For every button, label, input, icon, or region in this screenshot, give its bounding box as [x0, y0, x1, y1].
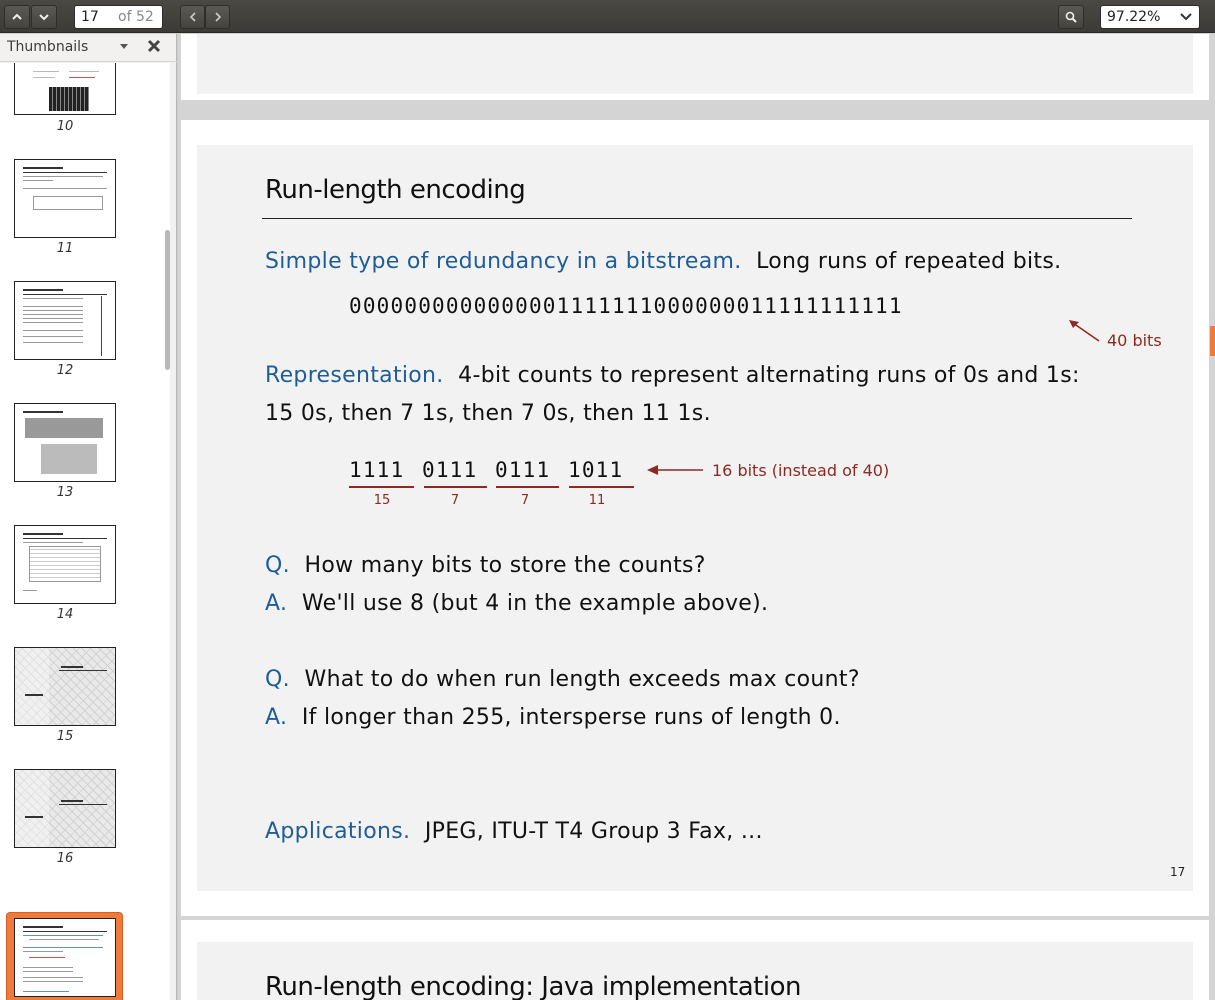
next-page-button[interactable]: [31, 5, 57, 29]
sidebar-header: Thumbnails: [0, 34, 177, 62]
arrow-left-icon: [647, 465, 703, 475]
current-page: Run-length encoding Simple type of redun…: [181, 120, 1209, 916]
sidebar: Thumbnails 10 11 12 13 14 15 16: [0, 34, 177, 1000]
representation-line: Representation. 4-bit counts to represen…: [265, 363, 1080, 388]
encoded-bit-count-note: 16 bits (instead of 40): [712, 461, 890, 480]
group-count: 11: [588, 493, 606, 508]
representation-line-2: 15 0s, then 7 1s, then 7 0s, then 11 1s.: [265, 401, 711, 426]
q-text: What to do when run length exceeds max c…: [304, 667, 860, 692]
a-label: A.: [265, 705, 288, 730]
current-page-input[interactable]: 17: [81, 9, 99, 25]
slide-title: Run-length encoding: [265, 175, 526, 205]
encoded-group: 1111: [349, 458, 405, 482]
slide: Run-length encoding Simple type of redun…: [197, 145, 1193, 891]
q-label: Q.: [265, 667, 290, 692]
thumbnail-label: 11: [56, 241, 74, 256]
arrow-icon: [1069, 320, 1100, 342]
applications-text: JPEG, ITU-T T4 Group 3 Fax, ...: [424, 819, 763, 844]
redundancy-line: Simple type of redundancy in a bitstream…: [265, 249, 1061, 274]
group-count: 15: [373, 493, 391, 508]
thumbnail-page-16[interactable]: [14, 769, 116, 848]
a-text: We'll use 8 (but 4 in the example above)…: [301, 591, 769, 616]
thumbnail-page-11[interactable]: [14, 159, 116, 238]
answer-1: A. We'll use 8 (but 4 in the example abo…: [265, 591, 768, 616]
thumbnail-page-12[interactable]: [14, 281, 116, 360]
a-label: A.: [265, 591, 288, 616]
thumbnail-page-13[interactable]: [14, 403, 116, 482]
history-forward-button[interactable]: [205, 5, 230, 29]
thumbnail-page-14[interactable]: [14, 525, 116, 604]
group-count: 7: [520, 493, 530, 508]
page-number-field[interactable]: 17 of 52: [74, 5, 163, 29]
bitstream: 0000000000000001111111000000011111111111: [349, 294, 903, 318]
question-2: Q. What to do when run length exceeds ma…: [265, 667, 860, 692]
close-icon[interactable]: [147, 39, 161, 53]
scroll-position-marker[interactable]: [1210, 326, 1215, 356]
slide-page-number: 17: [1170, 865, 1186, 879]
previous-slide-background: [197, 34, 1193, 94]
previous-page: [181, 34, 1209, 100]
redundancy-lead: Simple type of redundancy in a bitstream…: [265, 249, 742, 274]
search-icon: [1065, 11, 1077, 23]
thumbnail-list: 10 11 12 13 14 15 16: [0, 63, 170, 1000]
group-underline: [349, 486, 414, 488]
group-underline: [424, 486, 487, 488]
q-label: Q.: [265, 553, 290, 578]
encoded-group: 0111: [422, 458, 478, 482]
thumbnail-label: 13: [56, 485, 74, 500]
thumbnail-label: 15: [56, 729, 74, 744]
question-1: Q. How many bits to store the counts?: [265, 553, 706, 578]
representation-lead: Representation.: [265, 363, 444, 388]
chevron-right-icon: [214, 12, 221, 22]
group-count: 7: [450, 493, 460, 508]
thumbnail-page-15[interactable]: [14, 647, 116, 726]
thumbnail-label: 16: [56, 851, 74, 866]
caret-down-icon[interactable]: [120, 44, 128, 50]
encoded-group: 1011: [568, 458, 624, 482]
history-back-button[interactable]: [180, 5, 205, 29]
representation-rest: 4-bit counts to represent alternating ru…: [458, 363, 1080, 388]
chevron-left-icon: [189, 12, 196, 22]
thumbnail-page-17[interactable]: [14, 918, 116, 997]
encoded-group: 0111: [495, 458, 551, 482]
group-underline: [569, 486, 634, 488]
thumbnail-label: 10: [56, 119, 74, 134]
sidebar-mode-select[interactable]: Thumbnails: [7, 39, 88, 55]
group-underline: [496, 486, 559, 488]
sidebar-scrollbar[interactable]: [165, 230, 170, 370]
answer-2: A. If longer than 255, intersperse runs …: [265, 705, 841, 730]
applications-lead: Applications.: [265, 819, 411, 844]
chevron-up-icon: [12, 13, 22, 20]
previous-page-button[interactable]: [4, 5, 30, 29]
redundancy-rest: Long runs of repeated bits.: [756, 249, 1062, 274]
thumbnail-page-10[interactable]: [14, 63, 116, 115]
q-text: How many bits to store the counts?: [304, 553, 706, 578]
applications-line: Applications. JPEG, ITU-T T4 Group 3 Fax…: [265, 819, 763, 844]
chevron-down-icon: [39, 14, 49, 21]
next-slide-title: Run-length encoding: Java implementation: [265, 972, 801, 1000]
search-button[interactable]: [1058, 5, 1084, 29]
page-total-label: of 52: [118, 9, 154, 25]
bit-count-note: 40 bits: [1107, 331, 1162, 350]
chevron-down-icon: [1180, 13, 1192, 21]
document-view[interactable]: Run-length encoding Simple type of redun…: [178, 34, 1215, 1000]
title-rule: [262, 218, 1132, 219]
thumbnail-label: 12: [56, 363, 74, 378]
thumbnail-label: 14: [56, 607, 74, 622]
next-page: Run-length encoding: Java implementation: [181, 920, 1209, 1000]
zoom-select[interactable]: 97.22%: [1100, 5, 1200, 29]
next-slide: Run-length encoding: Java implementation: [197, 942, 1193, 1000]
toolbar: 17 of 52 97.22%: [0, 0, 1215, 33]
a-text: If longer than 255, intersperse runs of …: [301, 705, 841, 730]
zoom-value: 97.22%: [1107, 9, 1161, 25]
